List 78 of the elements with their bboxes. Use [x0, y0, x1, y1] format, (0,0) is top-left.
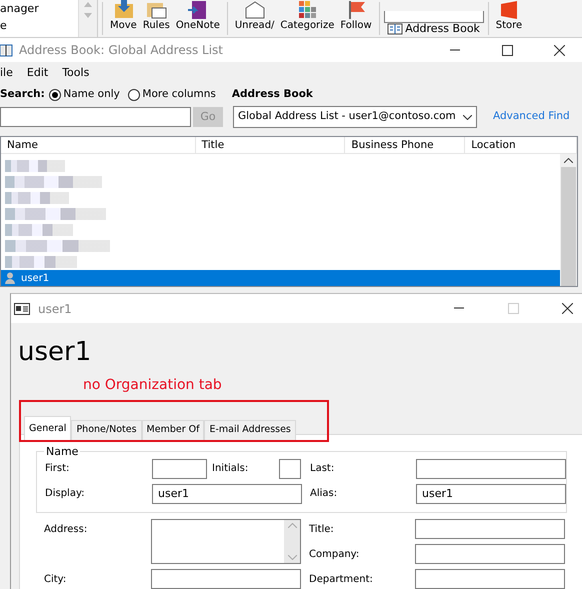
address-book-button[interactable]: Address Book	[384, 22, 484, 34]
field-label: Department:	[309, 572, 374, 586]
person-icon	[5, 272, 15, 284]
field-label: City:	[44, 573, 68, 587]
notebook-icon	[187, 0, 208, 20]
scroll-up-icon	[84, 2, 92, 7]
ribbon-button[interactable]: OneNote	[172, 0, 223, 37]
advanced-find-link[interactable]: Advanced Find	[493, 109, 570, 125]
tab[interactable]: Member Of	[142, 420, 204, 440]
go-button: Go	[193, 107, 223, 127]
field-label: Address:	[44, 523, 88, 537]
text-field[interactable]: user1	[416, 484, 566, 504]
scroll-up-icon	[288, 523, 296, 528]
field-label: Alias:	[310, 487, 338, 501]
text-field[interactable]	[152, 458, 207, 478]
text-field[interactable]	[415, 519, 565, 539]
address-field[interactable]	[151, 519, 301, 564]
close-icon	[554, 44, 564, 56]
book-icon	[386, 22, 403, 34]
scrollbar[interactable]	[560, 154, 577, 286]
text-field[interactable]	[416, 458, 566, 478]
contact-card-icon	[14, 302, 30, 314]
ribbon-button[interactable]: Move	[107, 0, 140, 37]
folder-arrow-icon	[112, 0, 134, 20]
window-title: Address Book: Global Address List	[19, 42, 223, 59]
store-button[interactable]: Store	[492, 0, 526, 37]
column-header[interactable]: Location	[465, 137, 577, 153]
field-label: Title:	[309, 522, 335, 536]
dialog-title: user1	[38, 300, 72, 318]
radio-button[interactable]	[128, 89, 140, 101]
column-header[interactable]: Business Phone	[345, 137, 466, 153]
text-field[interactable]	[151, 569, 301, 589]
text-field[interactable]: user1	[152, 484, 302, 504]
maximize-icon	[502, 44, 512, 56]
ribbon-button[interactable]: Follow	[337, 0, 375, 37]
color-grid-icon	[296, 0, 318, 20]
radio-button[interactable]	[48, 89, 61, 101]
contact-row[interactable]: user1	[1, 270, 560, 286]
menu-item[interactable]: ile	[0, 64, 13, 82]
ribbon-button[interactable]: Unread/	[232, 0, 278, 37]
tab[interactable]: Phone/Notes	[71, 420, 142, 440]
contact-name: user1	[21, 272, 50, 286]
dropdown-value: Global Address List - user1@contoso.com	[238, 109, 456, 124]
search-input[interactable]	[0, 107, 191, 127]
search-field[interactable]	[384, 10, 484, 22]
close-icon	[562, 303, 572, 314]
radio-label[interactable]: Name only	[63, 87, 120, 103]
field-label: Last:	[310, 462, 336, 476]
field-label: Display:	[45, 487, 86, 501]
text-field[interactable]	[415, 569, 565, 589]
field-label: Initials:	[212, 462, 250, 476]
scroll-down-icon	[288, 555, 296, 560]
search-label: Search:	[0, 87, 45, 102]
address-book-label: Address Book	[232, 87, 313, 102]
text-field[interactable]	[415, 544, 565, 564]
folder-name[interactable]: anager	[0, 0, 78, 17]
menu-item[interactable]: Tools	[62, 64, 90, 82]
ribbon-button[interactable]: Categorize	[277, 0, 338, 37]
tab[interactable]: General	[24, 416, 72, 440]
ribbon-button[interactable]: Rules	[140, 0, 173, 37]
field-label: Company:	[309, 548, 360, 562]
text-field[interactable]	[279, 458, 301, 478]
tab[interactable]: E-mail Addresses	[204, 420, 296, 440]
scroll-down-icon	[84, 13, 92, 18]
scroll-up-icon	[564, 158, 573, 163]
maximize-icon	[508, 303, 518, 314]
chevron-down-icon	[463, 114, 472, 120]
menu-item[interactable]: Edit	[26, 64, 48, 82]
column-header[interactable]: Name	[1, 137, 196, 153]
contact-heading: user1	[17, 336, 92, 367]
field-label: First:	[45, 462, 70, 476]
address-book-dropdown[interactable]: Global Address List - user1@contoso.com	[233, 106, 477, 128]
address-book-icon	[0, 44, 13, 56]
folder-name[interactable]: e	[0, 17, 78, 34]
radio-label[interactable]: More columns	[142, 87, 216, 103]
annotation-text: no Organization tab	[82, 376, 223, 395]
column-header[interactable]: Title	[196, 137, 346, 153]
store-icon	[500, 0, 518, 20]
